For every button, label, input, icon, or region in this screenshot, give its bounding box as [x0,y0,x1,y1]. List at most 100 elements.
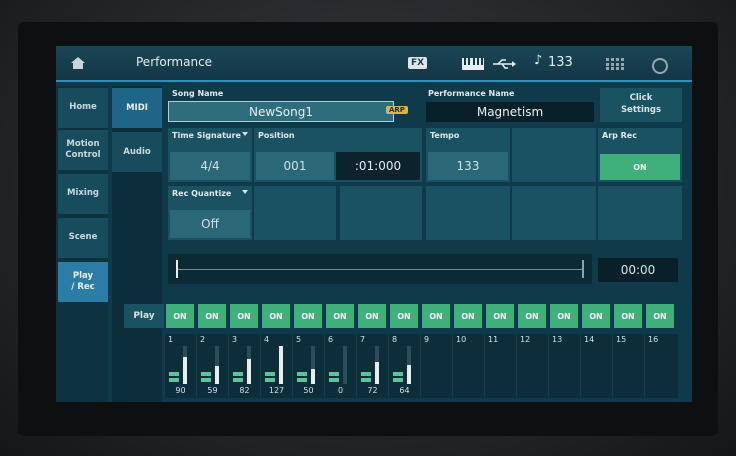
track-number: 10 [456,335,467,344]
play-on-button-16[interactable]: ON [646,304,674,328]
play-on-button-7[interactable]: ON [358,304,386,328]
level-meter [169,364,179,384]
nav-item-mixing[interactable]: Mixing [58,174,108,214]
play-on-button-9[interactable]: ON [422,304,450,328]
volume-fader[interactable] [279,346,283,384]
song-progress-bar[interactable] [168,254,592,284]
play-on-button-1[interactable]: ON [166,304,194,328]
tab-audio[interactable]: Audio [112,132,162,172]
play-on-button-8[interactable]: ON [390,304,418,328]
track-column-15: 15 [612,334,644,398]
track-column-13: 13 [548,334,580,398]
tempo-cell: Tempo 133 [426,128,510,182]
nav-item-motion-control[interactable]: Motion Control [58,130,108,170]
play-on-button-6[interactable]: ON [326,304,354,328]
empty-cell [598,186,682,240]
volume-fader[interactable] [407,346,411,384]
time-signature-cell[interactable]: Time Signature 4/4 [168,128,252,182]
grid-icon[interactable] [606,58,624,70]
fx-indicator[interactable]: FX [408,57,428,69]
rec-quantize-cell[interactable]: Rec Quantize Off [168,186,252,240]
arp-rec-cell: Arp Rec ON [598,128,682,182]
track-volume-value: 82 [239,386,250,395]
tempo-value[interactable]: 133 [428,152,508,180]
empty-cell [254,186,336,240]
track-column-2: 2 59 [196,334,228,398]
level-meter [393,364,403,384]
tempo-readout[interactable]: 133 [548,55,573,70]
track-column-11: 11 [484,334,516,398]
performance-name-field[interactable]: Magnetism [426,102,594,122]
track-volume-value: 59 [207,386,218,395]
end-marker[interactable] [582,260,584,278]
time-display: 00:00 [598,258,678,282]
nav-item-home[interactable]: Home [58,88,108,128]
play-on-button-14[interactable]: ON [582,304,610,328]
track-column-14: 14 [580,334,612,398]
position-measure[interactable]: 001 [256,152,334,180]
play-on-button-2[interactable]: ON [198,304,226,328]
track-number: 11 [488,335,499,344]
arp-badge: ARP [386,106,408,114]
play-on-button-15[interactable]: ON [614,304,642,328]
fader-level [279,346,283,384]
level-meter [361,364,371,384]
position-label: Position [258,131,295,140]
home-icon[interactable] [70,56,86,70]
play-on-button-3[interactable]: ON [230,304,258,328]
track-number: 8 [392,335,398,344]
volume-fader[interactable] [183,346,187,384]
position-cell: Position 001 :01:000 [254,128,422,182]
fader-level [311,369,315,384]
track-number: 7 [360,335,366,344]
level-meter [329,364,339,384]
play-on-button-11[interactable]: ON [486,304,514,328]
volume-fader[interactable] [311,346,315,384]
track-column-16: 16 [644,334,676,398]
volume-fader[interactable] [247,346,251,384]
tab-midi[interactable]: MIDI [112,88,162,128]
play-on-button-13[interactable]: ON [550,304,578,328]
song-name-label: Song Name [172,89,224,98]
level-meter [201,364,211,384]
play-on-button-5[interactable]: ON [294,304,322,328]
volume-fader[interactable] [215,346,219,384]
track-number: 4 [264,335,270,344]
play-on-button-10[interactable]: ON [454,304,482,328]
nav-item-scene[interactable]: Scene [58,218,108,258]
track-number: 2 [200,335,206,344]
rec-quantize-value[interactable]: Off [170,210,250,238]
usb-icon [493,59,516,69]
note-icon: ♪ [534,53,543,68]
play-on-button-4[interactable]: ON [262,304,290,328]
performance-name-label: Performance Name [428,89,515,98]
track-column-6: 60 [324,334,356,398]
gear-icon[interactable] [652,58,668,74]
fader-level [375,362,379,384]
sub-nav: MIDI Audio [112,86,162,402]
track-number: 1 [168,335,174,344]
volume-fader[interactable] [375,346,379,384]
start-marker[interactable] [176,260,178,278]
level-meter [297,364,307,384]
play-on-button-12[interactable]: ON [518,304,546,328]
click-settings-button[interactable]: Click Settings [600,88,682,122]
fader-level [215,366,219,384]
song-name-field[interactable]: NewSong1 [168,101,394,122]
track-column-4: 4 127 [260,334,292,398]
track-column-10: 10 [452,334,484,398]
position-beat[interactable]: :01:000 [336,152,420,180]
level-meter [233,364,243,384]
tempo-label: Tempo [430,131,460,140]
nav-item-play-rec[interactable]: Play / Rec [58,262,108,302]
arp-rec-toggle[interactable]: ON [600,154,680,180]
empty-cell [512,186,596,240]
track-volume-value: 64 [399,386,410,395]
volume-fader[interactable] [343,346,347,384]
left-nav: Home Motion Control Mixing Scene Play / … [56,86,108,402]
time-signature-value[interactable]: 4/4 [170,152,250,180]
track-volume-value: 0 [337,386,344,395]
track-number: 6 [328,335,334,344]
track-number: 5 [296,335,302,344]
keyboard-icon [462,58,484,70]
